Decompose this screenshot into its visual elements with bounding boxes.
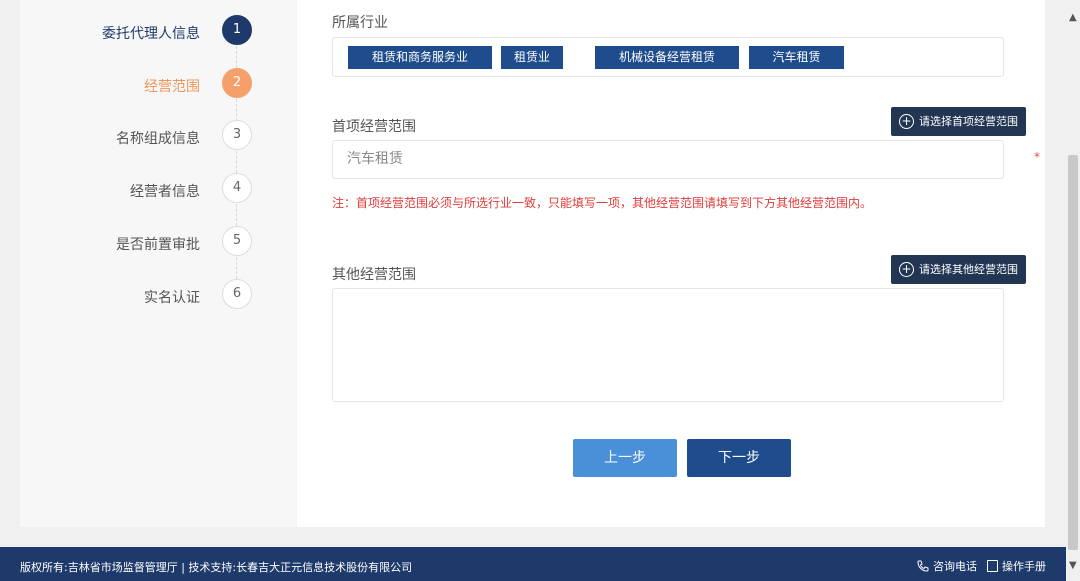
scroll-thumb[interactable] [1068,155,1078,550]
step-number: 1 [222,15,252,45]
prev-step-button[interactable]: 上一步 [573,439,677,477]
step-number: 6 [222,279,252,309]
step-number: 2 [222,68,252,98]
first-scope-note: 注：首项经营范围必须与所选行业一致，只能填写一项，其他经营范围请填写到下方其他经… [332,196,873,210]
industry-tag: 租赁和商务服务业 [348,46,492,69]
select-first-scope-label: 请选择首项经营范围 [919,115,1018,128]
step-label: 经营范围 [144,79,200,95]
select-other-scope-label: 请选择其他经营范围 [919,263,1018,276]
step-item-name-info[interactable]: 名称组成信息 3 [20,120,297,154]
step-label: 实名认证 [144,290,200,306]
step-item-operator-info[interactable]: 经营者信息 4 [20,173,297,207]
step-label: 是否前置审批 [116,237,200,253]
step-label: 名称组成信息 [116,131,200,147]
step-label: 经营者信息 [130,184,200,200]
step-number: 5 [222,226,252,256]
step-connector [236,151,237,173]
step-item-real-name[interactable]: 实名认证 6 [20,279,297,313]
step-connector [236,99,237,121]
step-number: 4 [222,173,252,203]
other-scope-label: 其他经营范围 [332,267,416,283]
other-scope-textarea[interactable] [332,288,1004,402]
step-sidebar: 委托代理人信息 1 经营范围 2 名称组成信息 3 经营者信息 4 是否前置审批… [20,0,297,527]
industry-tag: 租赁业 [501,46,563,69]
next-step-button[interactable]: 下一步 [687,439,791,477]
plus-circle-icon: + [899,262,914,277]
industry-label: 所属行业 [332,15,388,31]
required-mark: * [1034,150,1040,164]
vertical-scrollbar[interactable]: ▲ ▼ [1066,0,1080,581]
manual-icon [987,560,998,572]
form-panel: 委托代理人信息 1 经营范围 2 名称组成信息 3 经营者信息 4 是否前置审批… [20,0,1045,527]
first-scope-input[interactable]: 汽车租赁 [332,140,1004,179]
consult-phone-link[interactable]: 咨询电话 [933,558,977,574]
select-other-scope-button[interactable]: + 请选择其他经营范围 [891,255,1026,284]
step-number: 3 [222,120,252,150]
footer-copyright: 版权所有:吉林省市场监督管理厅 | 技术支持:长春吉大正元信息技术股份有限公司 [20,561,413,574]
first-scope-label: 首项经营范围 [332,119,416,135]
user-manual-link[interactable]: 操作手册 [1002,558,1046,574]
industry-tag: 汽车租赁 [749,46,844,69]
step-item-agent-info[interactable]: 委托代理人信息 1 [20,15,297,49]
select-first-scope-button[interactable]: + 请选择首项经营范围 [891,107,1026,136]
step-label: 委托代理人信息 [102,26,200,42]
scroll-up-icon[interactable]: ▲ [1069,12,1077,23]
step-item-pre-approval[interactable]: 是否前置审批 5 [20,226,297,260]
footer: 版权所有:吉林省市场监督管理厅 | 技术支持:长春吉大正元信息技术股份有限公司 … [0,547,1066,581]
industry-tag: 机械设备经营租赁 [595,46,739,69]
step-item-business-scope[interactable]: 经营范围 2 [20,68,297,102]
step-connector [236,46,237,68]
phone-icon [917,560,929,572]
footer-links: 咨询电话 操作手册 [917,558,1046,574]
industry-tags-box: 租赁和商务服务业 租赁业 机械设备经营租赁 汽车租赁 [332,37,1004,77]
plus-circle-icon: + [899,114,914,129]
step-connector [236,204,237,226]
scroll-down-icon[interactable]: ▼ [1069,560,1077,571]
step-connector [236,257,237,279]
main-content: 所属行业 租赁和商务服务业 租赁业 机械设备经营租赁 汽车租赁 首项经营范围 +… [297,0,1045,527]
